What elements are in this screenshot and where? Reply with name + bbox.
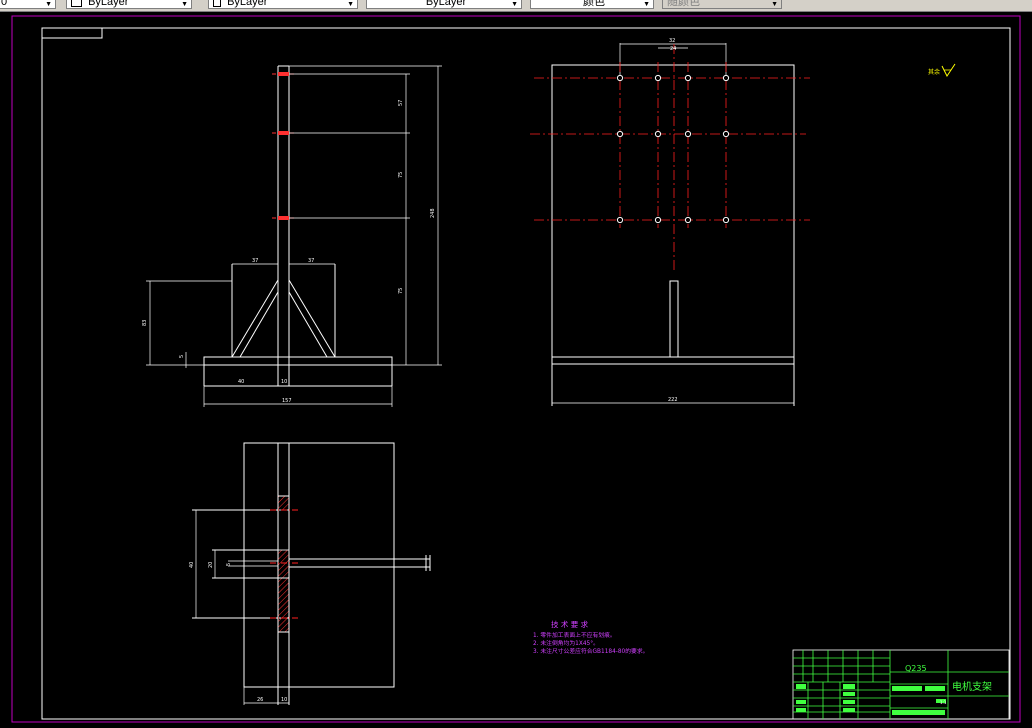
- top-view: [192, 442, 431, 705]
- dim-75a: 75: [398, 172, 404, 178]
- front-dimensions: [146, 65, 442, 407]
- top-dimension-text: 40 20 5 26 10: [189, 562, 287, 703]
- top-view-hatching: [270, 495, 300, 633]
- plotstyle2-dropdown[interactable]: 随颜色 ▼: [662, 0, 782, 9]
- color-swatch-icon: [71, 0, 82, 7]
- side-holes: [616, 74, 730, 224]
- roughness-label: 其余: [928, 68, 940, 76]
- plotstyle2-value: 随颜色: [667, 0, 700, 8]
- title-block-text: Q235 电机支架 1:1: [905, 664, 992, 705]
- plotstyle-value: 颜色: [583, 0, 605, 8]
- layer-dropdown[interactable]: 0 ▼: [0, 0, 56, 9]
- line-swatch-icon: [213, 0, 221, 7]
- dim-10: 10: [281, 379, 287, 385]
- color-dropdown[interactable]: ByLayer ▼: [366, 0, 522, 9]
- plotstyle-dropdown[interactable]: 颜色 ▼: [530, 0, 654, 9]
- dim-37-left: 37: [252, 258, 258, 264]
- front-hole-marks: [272, 72, 296, 220]
- corner-label-box: [41, 27, 103, 39]
- chevron-down-icon: ▼: [347, 1, 354, 8]
- sheet-border: [11, 15, 1021, 723]
- dim-222: 222: [668, 397, 678, 403]
- dim-83: 83: [142, 320, 148, 326]
- cad-drawing[interactable]: 57 75 75 248 37 37 83 5 40 10 157 32 24 …: [0, 12, 1032, 724]
- side-dimension-text: 32 24 222: [668, 38, 678, 403]
- linetype-value: ByLayer: [88, 0, 129, 8]
- properties-toolbar: 0 ▼ ByLayer ▼ ByLayer ▼ ByLayer ▼ 颜色 ▼ 随…: [0, 0, 1032, 12]
- linetype-dropdown[interactable]: ByLayer ▼: [66, 0, 192, 9]
- chevron-down-icon: ▼: [45, 1, 52, 8]
- lineweight-value: ByLayer: [227, 0, 268, 8]
- dim-5: 5: [179, 355, 185, 358]
- chevron-down-icon: ▼: [511, 1, 518, 8]
- dim-26: 26: [257, 697, 263, 703]
- scale-label: 1:1: [940, 700, 947, 705]
- chevron-down-icon: ▼: [643, 1, 650, 8]
- tech-requirements: 技 术 要 求 1. 零件加工表面上不应有划痕。 2. 未注倒角均为1X45°。…: [533, 619, 648, 655]
- dim-248: 248: [430, 208, 436, 218]
- part-name: 电机支架: [952, 680, 992, 693]
- color-value: ByLayer: [425, 0, 467, 8]
- drawing-frame: [41, 27, 1011, 720]
- dim-32: 32: [669, 38, 675, 44]
- tech-line-3: 3. 未注尺寸公差应符合GB1184-80的要求。: [533, 647, 648, 655]
- dim-57: 57: [398, 100, 404, 106]
- side-view: [551, 43, 795, 406]
- dim-5-bottom: 5: [226, 563, 232, 566]
- dim-157: 157: [282, 398, 292, 404]
- chevron-down-icon: ▼: [771, 1, 778, 8]
- dim-37-right: 37: [308, 258, 314, 264]
- dim-20: 20: [208, 562, 214, 568]
- lineweight-dropdown[interactable]: ByLayer ▼: [208, 0, 358, 9]
- front-view: [203, 65, 393, 387]
- dim-40: 40: [238, 379, 244, 385]
- tech-line-1: 1. 零件加工表面上不应有划痕。: [533, 631, 616, 639]
- dim-24: 24: [670, 46, 676, 52]
- chevron-down-icon: ▼: [181, 1, 188, 8]
- tech-line-2: 2. 未注倒角均为1X45°。: [533, 639, 599, 647]
- dim-40-bottom: 40: [189, 562, 195, 568]
- title-block-fills: [796, 684, 946, 715]
- side-centerlines: [530, 44, 810, 272]
- material-label: Q235: [905, 664, 927, 673]
- drawing-canvas[interactable]: 57 75 75 248 37 37 83 5 40 10 157 32 24 …: [0, 12, 1032, 724]
- dim-10-bottom: 10: [281, 697, 287, 703]
- roughness-symbol: 其余: [928, 63, 956, 77]
- tech-title: 技 术 要 求: [551, 619, 589, 629]
- dim-75b: 75: [398, 288, 404, 294]
- layer-value: 0: [1, 0, 8, 8]
